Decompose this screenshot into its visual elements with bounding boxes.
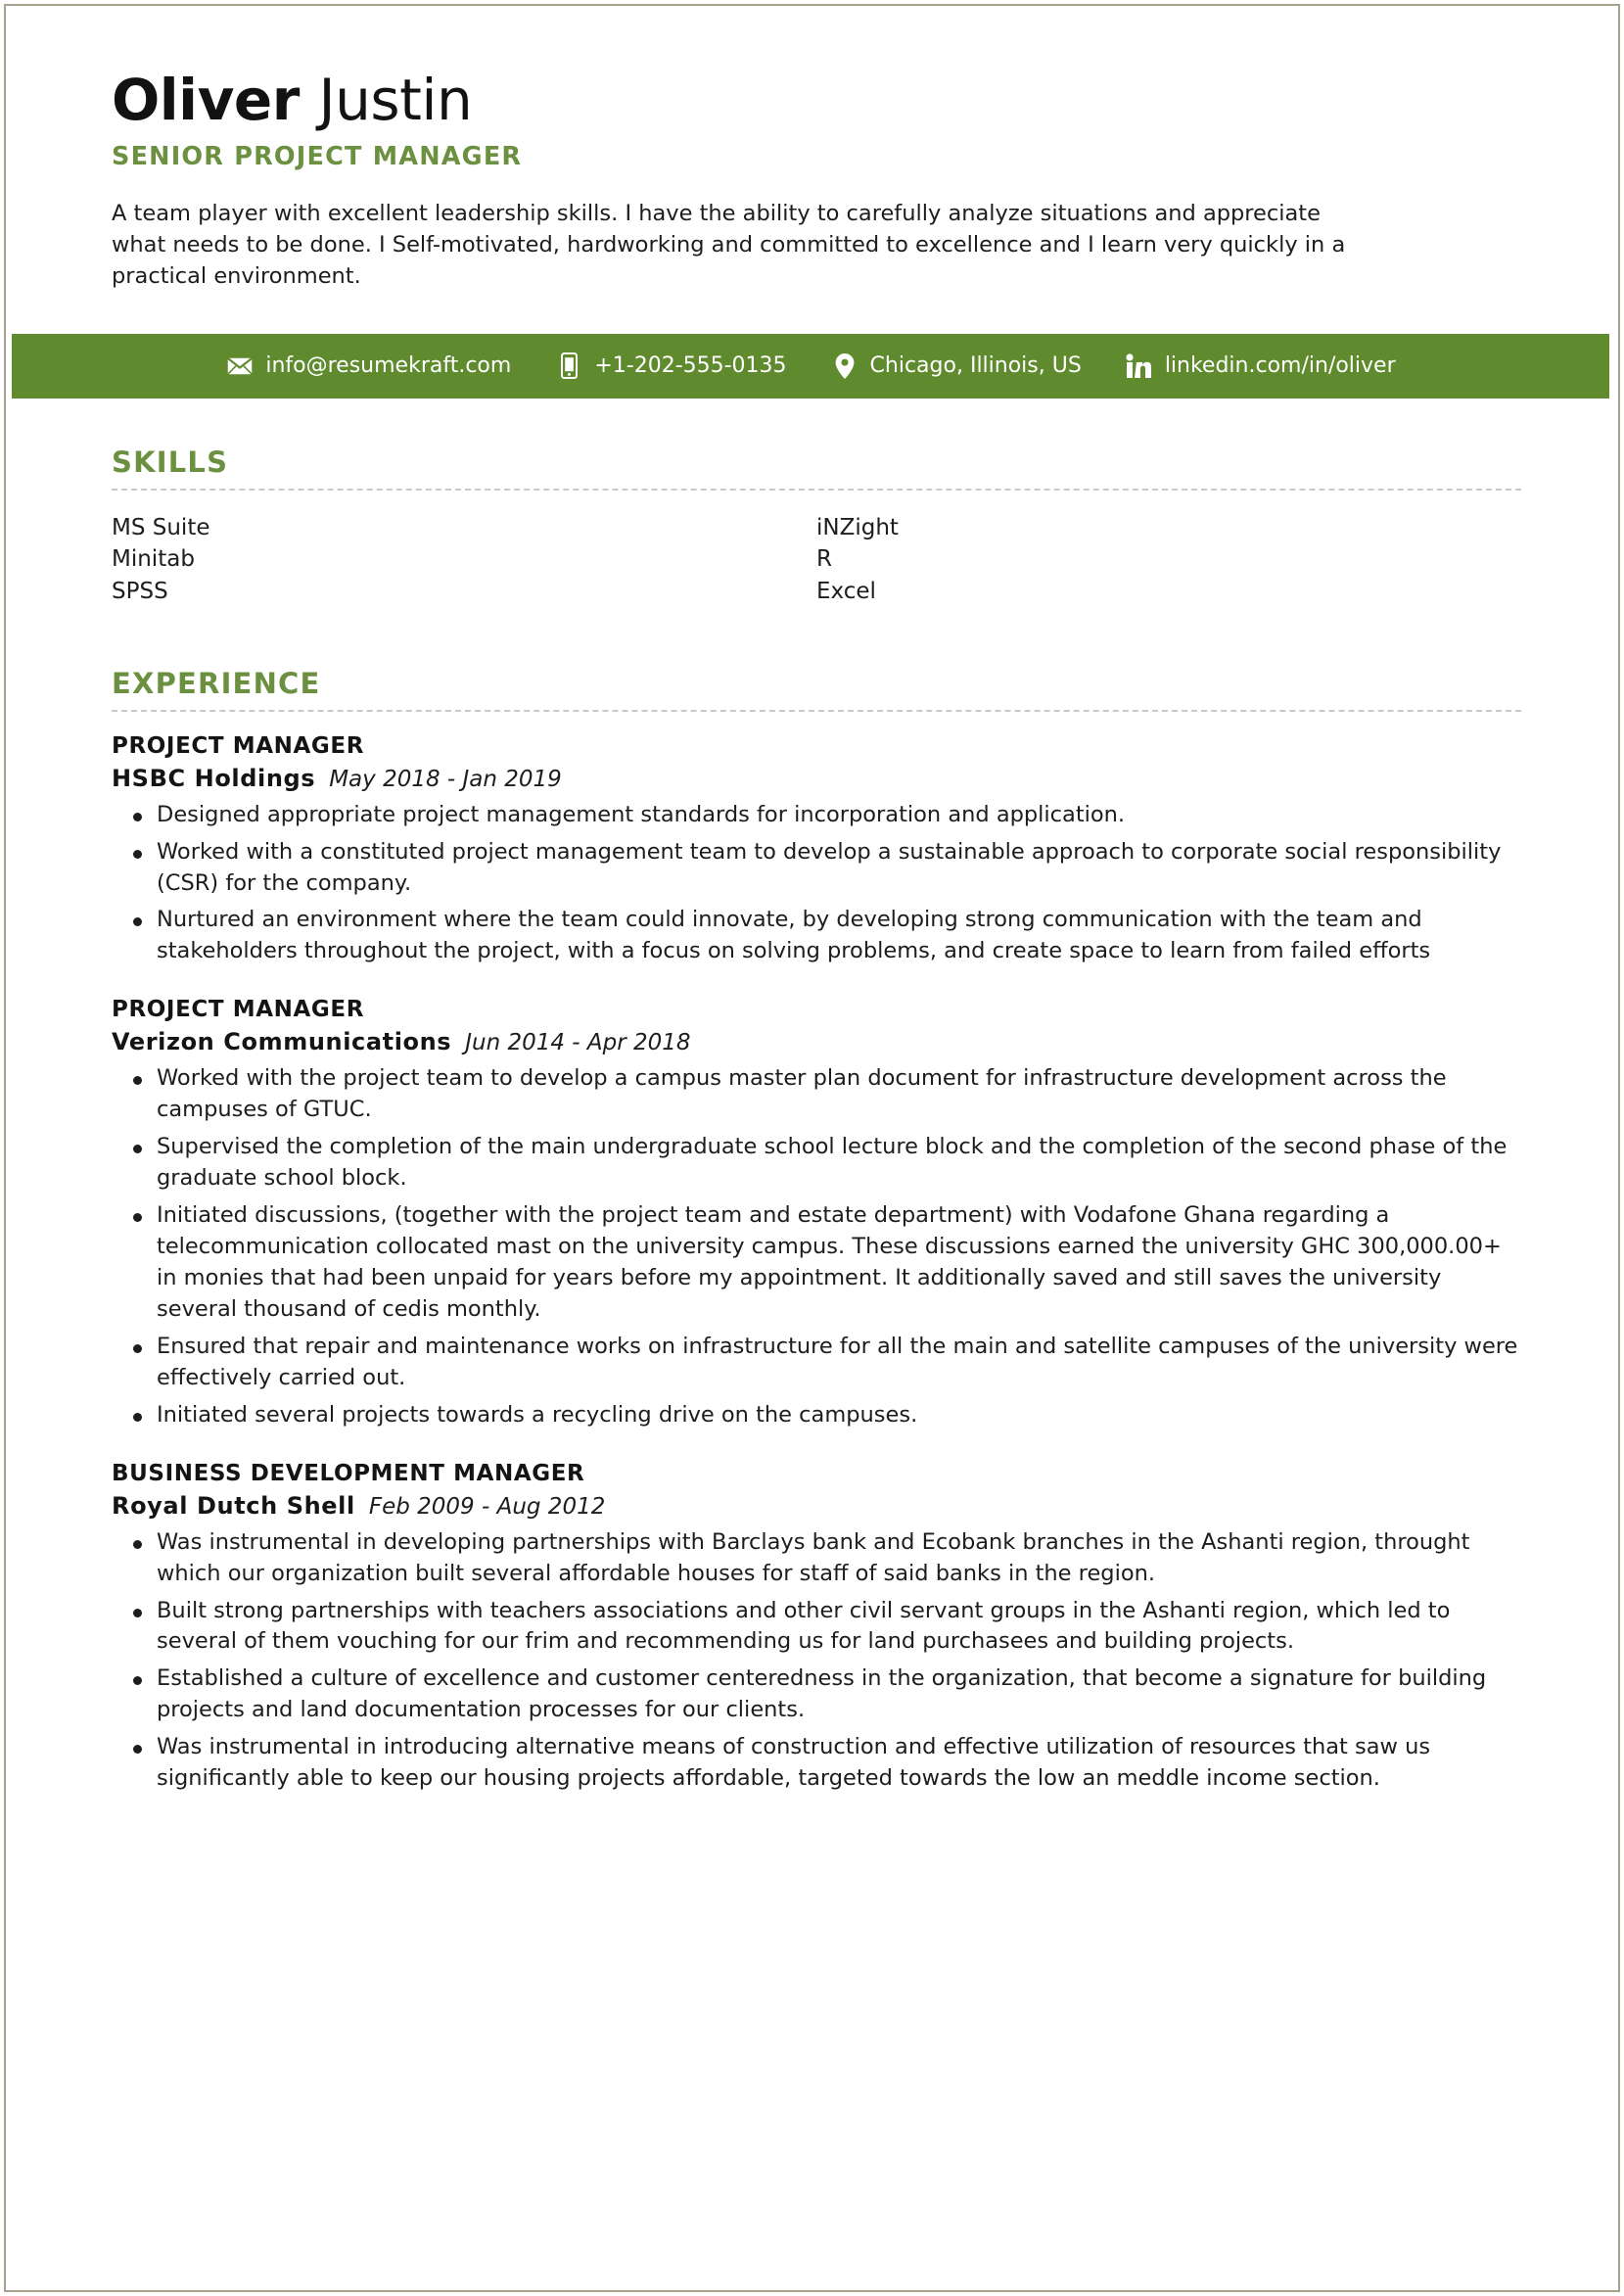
envelope-icon (225, 353, 255, 379)
first-name: Oliver (112, 67, 300, 133)
experience-bullet: Worked with the project team to develop … (112, 1063, 1521, 1126)
linkedin-icon (1125, 353, 1154, 379)
contact-linkedin-label: linkedin.com/in/oliver (1164, 353, 1396, 379)
experience-section-title: EXPERIENCE (112, 666, 321, 700)
experience-divider (112, 709, 1521, 712)
experience-bullets: Designed appropriate project management … (112, 800, 1521, 968)
experience-bullet: Designed appropriate project management … (112, 800, 1521, 831)
contact-phone-label: +1-202-555-0135 (594, 353, 787, 379)
experience-entry: PROJECT MANAGER Verizon Communications Ju… (112, 997, 1521, 1430)
resume-header: Oliver Justin SENIOR PROJECT MANAGER A t… (12, 12, 1609, 293)
experience-company: Verizon Communications (112, 1028, 452, 1056)
contact-location[interactable]: Chicago, Illinois, US (830, 352, 1082, 379)
skill-item: MS Suite (112, 514, 210, 540)
experience-dates: Feb 2009 - Aug 2012 (368, 1493, 606, 1520)
contact-bar: info@resumekraft.com +1-202-555-0135 Chi… (12, 333, 1609, 398)
last-name: Justin (318, 67, 473, 133)
experience-entry: PROJECT MANAGER HSBC Holdings May 2018 - … (112, 733, 1521, 968)
experience-bullet: Was instrumental in developing partnersh… (112, 1527, 1521, 1590)
experience-bullet: Initiated several projects towards a rec… (112, 1400, 1521, 1431)
skills-grid: MS Suite Minitab SPSS iNZight R Excel (112, 512, 1521, 608)
experience-bullet: Ensured that repair and maintenance work… (112, 1332, 1521, 1394)
contact-linkedin[interactable]: linkedin.com/in/oliver (1125, 353, 1396, 379)
skills-section-title: SKILLS (112, 445, 229, 479)
experience-company: Royal Dutch Shell (112, 1491, 355, 1520)
experience-bullet: Was instrumental in introducing alternat… (112, 1732, 1521, 1795)
experience-role: BUSINESS DEVELOPMENT MANAGER (112, 1460, 585, 1486)
experience-bullet: Built strong partnerships with teachers … (112, 1596, 1521, 1659)
experience-bullet: Nurtured an environment where the team c… (112, 905, 1521, 967)
experience-dates: Jun 2014 - Apr 2018 (465, 1030, 691, 1056)
location-pin-icon (830, 352, 859, 379)
skill-item: Minitab (112, 546, 195, 573)
phone-icon (554, 352, 583, 380)
skill-item: R (816, 546, 832, 573)
contact-location-label: Chicago, Illinois, US (869, 353, 1082, 379)
skill-item: iNZight (816, 514, 899, 540)
page-title: SENIOR PROJECT MANAGER (112, 141, 523, 171)
skills-column-right: iNZight R Excel (816, 512, 1521, 608)
experience-bullet: Supervised the completion of the main un… (112, 1132, 1521, 1195)
experience-bullet: Established a culture of excellence and … (112, 1663, 1521, 1726)
resume-document: Oliver Justin SENIOR PROJECT MANAGER A t… (12, 12, 1609, 2281)
experience-list: PROJECT MANAGER HSBC Holdings May 2018 - … (112, 733, 1521, 1796)
candidate-name: Oliver Justin (112, 70, 1521, 130)
skills-section: SKILLS MS Suite Minitab SPSS iNZight R E… (12, 445, 1609, 608)
experience-entry: BUSINESS DEVELOPMENT MANAGER Royal Dutch… (112, 1461, 1521, 1796)
resume-page: Oliver Justin SENIOR PROJECT MANAGER A t… (0, 0, 1624, 2296)
experience-role: PROJECT MANAGER (112, 732, 365, 759)
experience-company-line: HSBC Holdings May 2018 - Jan 2019 (112, 765, 1521, 792)
experience-role: PROJECT MANAGER (112, 997, 365, 1023)
skill-item: Excel (816, 579, 876, 605)
contact-email[interactable]: info@resumekraft.com (225, 353, 511, 379)
experience-bullet: Initiated discussions, (together with th… (112, 1200, 1521, 1326)
experience-bullets: Worked with the project team to develop … (112, 1063, 1521, 1430)
experience-dates: May 2018 - Jan 2019 (329, 766, 562, 792)
professional-summary: A team player with excellent leadership … (112, 200, 1346, 289)
contact-phone[interactable]: +1-202-555-0135 (554, 352, 787, 380)
contact-email-label: info@resumekraft.com (265, 353, 512, 379)
experience-bullet: Worked with a constituted project manage… (112, 837, 1521, 900)
experience-section: EXPERIENCE PROJECT MANAGER HSBC Holdings… (12, 667, 1609, 1796)
experience-company: HSBC Holdings (112, 764, 316, 792)
experience-company-line: Royal Dutch Shell Feb 2009 - Aug 2012 (112, 1492, 1521, 1520)
skills-divider (112, 488, 1521, 491)
experience-company-line: Verizon Communications Jun 2014 - Apr 201… (112, 1028, 1521, 1055)
skill-item: SPSS (112, 579, 168, 605)
skills-column-left: MS Suite Minitab SPSS (112, 512, 816, 608)
experience-bullets: Was instrumental in developing partnersh… (112, 1527, 1521, 1796)
